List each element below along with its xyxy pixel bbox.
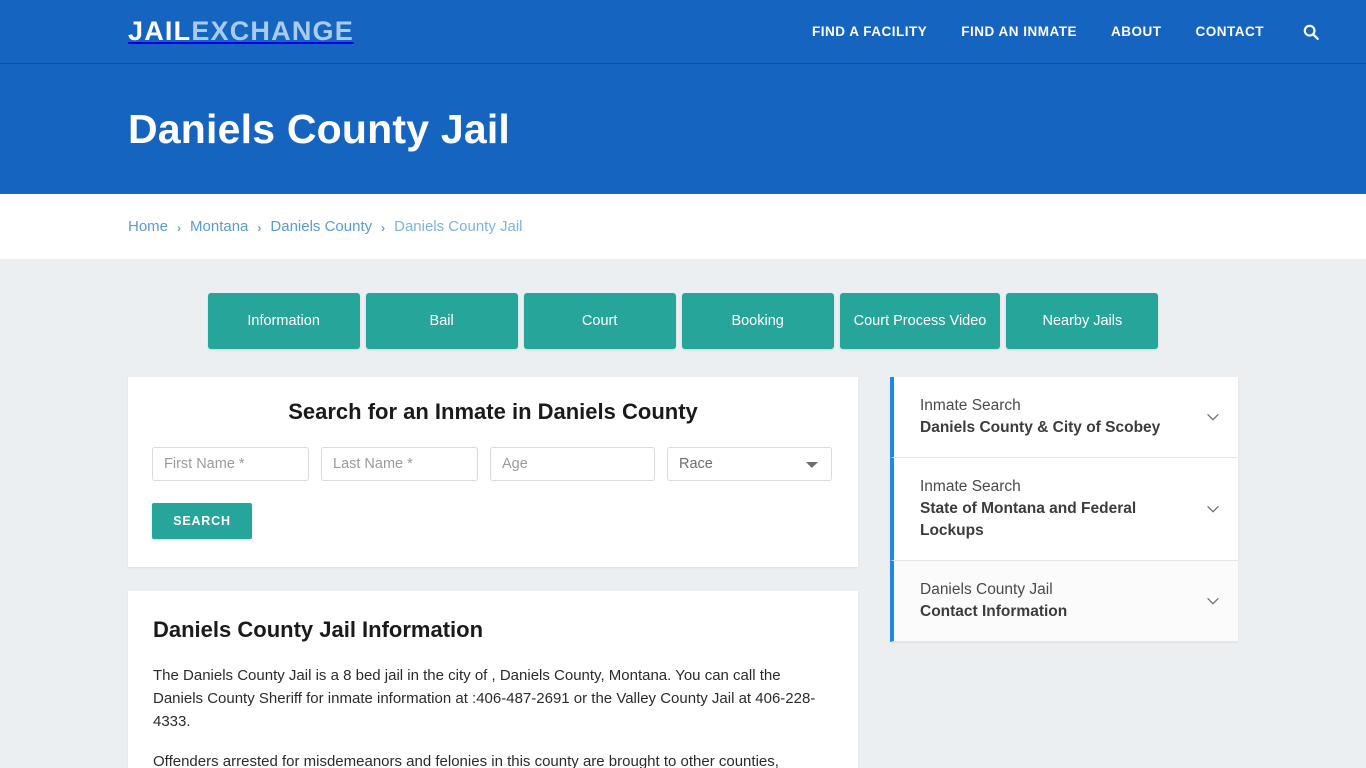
breadcrumb-separator-icon: › (257, 220, 262, 235)
breadcrumb-item-home[interactable]: Home (128, 218, 168, 235)
nav-item-find-a-facility[interactable]: FIND A FACILITY (812, 24, 927, 39)
accordion-label: Inmate Search State of Montana and Feder… (920, 476, 1192, 542)
search-card-title: Search for an Inmate in Daniels County (288, 399, 698, 424)
nav-item-about[interactable]: ABOUT (1111, 24, 1162, 39)
inmate-search-card: Search for an Inmate in Daniels County R… (128, 377, 858, 567)
primary-nav: FIND A FACILITY FIND AN INMATE ABOUT CON… (812, 23, 1342, 41)
tab-bail[interactable]: Bail (365, 293, 518, 349)
breadcrumb-separator-icon: › (177, 220, 182, 235)
tab-information[interactable]: Information (207, 293, 360, 349)
tab-booking[interactable]: Booking (681, 293, 834, 349)
page-body: Information Bail Court Booking Court Pro… (0, 259, 1366, 768)
accordion-subtitle: Contact Information (920, 603, 1068, 620)
jail-information-card: Daniels County Jail Information The Dani… (128, 591, 858, 768)
last-name-input[interactable] (321, 447, 478, 481)
search-icon (1303, 24, 1319, 40)
breadcrumb-separator-icon: › (381, 220, 386, 235)
accordion-label: Inmate Search Daniels County & City of S… (920, 395, 1192, 439)
info-paragraph-1: The Daniels County Jail is a 8 bed jail … (153, 667, 816, 730)
chevron-down-icon (1207, 597, 1219, 605)
accordion-item-inmate-search-county[interactable]: Inmate Search Daniels County & City of S… (890, 377, 1238, 458)
tab-court[interactable]: Court (523, 293, 676, 349)
accordion-title: Inmate Search (920, 397, 1021, 414)
breadcrumb-item-daniels-county[interactable]: Daniels County (270, 218, 372, 235)
first-name-input[interactable] (152, 447, 309, 481)
chevron-down-icon (1207, 505, 1219, 513)
breadcrumb-band: Home › Montana › Daniels County › Daniel… (0, 194, 1366, 259)
accordion-title: Inmate Search (920, 478, 1021, 495)
nav-item-contact[interactable]: CONTACT (1196, 24, 1265, 39)
breadcrumb: Home › Montana › Daniels County › Daniel… (128, 218, 523, 235)
chevron-down-icon (1207, 413, 1219, 421)
tab-court-process-video[interactable]: Court Process Video (839, 293, 1001, 349)
age-input[interactable] (490, 447, 655, 481)
accordion-label: Daniels County Jail Contact Information (920, 579, 1192, 623)
accordion-subtitle: Daniels County & City of Scobey (920, 419, 1161, 436)
site-logo[interactable]: JAILEXCHANGE (128, 18, 354, 45)
accordion-subtitle: State of Montana and Federal Lockups (920, 500, 1137, 539)
main-column: Search for an Inmate in Daniels County R… (128, 377, 858, 768)
section-tab-bar: Information Bail Court Booking Court Pro… (128, 293, 1238, 349)
race-select[interactable]: Race (667, 447, 832, 481)
sidebar-accordion: Inmate Search Daniels County & City of S… (890, 377, 1238, 642)
logo-text-primary: JAIL (128, 16, 192, 46)
tab-nearby-jails[interactable]: Nearby Jails (1006, 293, 1159, 349)
info-paragraph-2: Offenders arrested for misdemeanors and … (153, 753, 779, 768)
hero-banner: Daniels County Jail (0, 64, 1366, 194)
accordion-item-contact-information[interactable]: Daniels County Jail Contact Information (890, 561, 1238, 642)
search-field-row: Race (152, 447, 834, 481)
search-submit-button[interactable]: SEARCH (152, 503, 252, 539)
page-title: Daniels County Jail (128, 105, 511, 152)
nav-search-button[interactable] (1302, 23, 1320, 41)
top-navigation-bar: JAILEXCHANGE FIND A FACILITY FIND AN INM… (0, 0, 1366, 64)
nav-item-find-an-inmate[interactable]: FIND AN INMATE (961, 24, 1077, 39)
breadcrumb-item-montana[interactable]: Montana (190, 218, 248, 235)
logo-text-secondary: EXCHANGE (191, 16, 354, 46)
breadcrumb-item-current[interactable]: Daniels County Jail (394, 218, 522, 235)
accordion-item-inmate-search-state[interactable]: Inmate Search State of Montana and Feder… (890, 458, 1238, 561)
info-card-title: Daniels County Jail Information (153, 617, 484, 642)
accordion-title: Daniels County Jail (920, 581, 1053, 598)
